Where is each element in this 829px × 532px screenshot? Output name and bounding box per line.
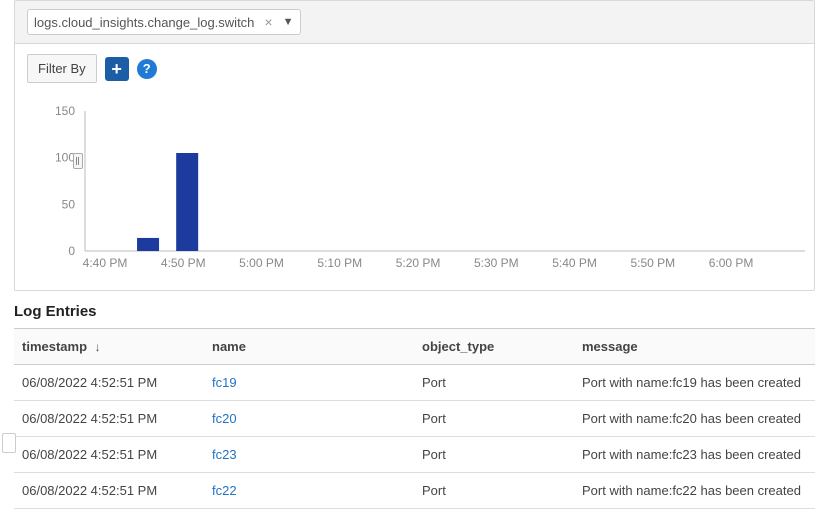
- cell-message: Port with name:fc20 has been created: [574, 401, 815, 437]
- column-header-message[interactable]: message: [574, 329, 815, 365]
- x-tick-label: 5:00 PM: [239, 256, 284, 270]
- add-filter-button[interactable]: +: [105, 57, 129, 81]
- query-text: logs.cloud_insights.change_log.switch: [34, 15, 254, 30]
- x-tick-label: 6:00 PM: [709, 256, 754, 270]
- cell-name: fc22: [204, 473, 414, 509]
- x-tick-label: 5:10 PM: [317, 256, 362, 270]
- sort-descending-icon: ↓: [95, 340, 101, 354]
- chart-area: 0501001504:40 PM4:50 PM5:00 PM5:10 PM5:2…: [15, 93, 814, 290]
- x-tick-label: 5:40 PM: [552, 256, 597, 270]
- filter-row: Filter By + ?: [15, 44, 814, 93]
- table-row: 06/08/2022 4:52:51 PM fc22 PortPort with n…: [14, 473, 815, 509]
- column-label: message: [582, 339, 638, 354]
- table-row: 06/08/2022 4:52:51 PM fc19 PortPort with n…: [14, 365, 815, 401]
- log-entries-table: timestamp ↓ name object_type message 06/…: [14, 328, 815, 509]
- cell-message: Port with name:fc19 has been created: [574, 365, 815, 401]
- cell-message: Port with name:fc22 has been created: [574, 473, 815, 509]
- y-tick-label: 150: [55, 104, 75, 118]
- query-bar: logs.cloud_insights.change_log.switch × …: [15, 1, 814, 44]
- close-icon[interactable]: ×: [262, 14, 274, 30]
- cell-object-type: Port: [414, 365, 574, 401]
- y-tick-label: 50: [62, 197, 76, 211]
- x-tick-label: 4:40 PM: [83, 256, 128, 270]
- column-label: name: [212, 339, 246, 354]
- name-link[interactable]: fc20: [212, 411, 237, 426]
- row-selector-handle[interactable]: [2, 433, 16, 453]
- chart-bar[interactable]: [137, 238, 159, 251]
- name-link[interactable]: fc23: [212, 447, 237, 462]
- help-icon[interactable]: ?: [137, 59, 157, 79]
- column-header-name[interactable]: name: [204, 329, 414, 365]
- x-tick-label: 5:50 PM: [630, 256, 675, 270]
- chart-bar[interactable]: [176, 153, 198, 251]
- plus-icon: +: [111, 60, 122, 78]
- column-header-object-type[interactable]: object_type: [414, 329, 574, 365]
- cell-name: fc19: [204, 365, 414, 401]
- cell-object-type: Port: [414, 401, 574, 437]
- section-title: Log Entries: [14, 303, 815, 320]
- cell-timestamp: 06/08/2022 4:52:51 PM: [14, 401, 204, 437]
- column-label: timestamp: [22, 339, 87, 354]
- table-row: 06/08/2022 4:52:51 PM fc20 PortPort with n…: [14, 401, 815, 437]
- y-tick-label: 0: [68, 244, 75, 258]
- table-row: 06/08/2022 4:52:51 PM fc23 PortPort with n…: [14, 437, 815, 473]
- query-pill[interactable]: logs.cloud_insights.change_log.switch × …: [27, 9, 301, 35]
- column-header-timestamp[interactable]: timestamp ↓: [14, 329, 204, 365]
- cell-timestamp: 06/08/2022 4:52:51 PM: [14, 365, 204, 401]
- bar-chart[interactable]: 0501001504:40 PM4:50 PM5:00 PM5:10 PM5:2…: [25, 101, 815, 276]
- x-tick-label: 4:50 PM: [161, 256, 206, 270]
- name-link[interactable]: fc22: [212, 483, 237, 498]
- cell-timestamp: 06/08/2022 4:52:51 PM: [14, 473, 204, 509]
- cell-name: fc23: [204, 437, 414, 473]
- column-label: object_type: [422, 339, 494, 354]
- chevron-down-icon[interactable]: ▼: [283, 16, 294, 28]
- table-header-row: timestamp ↓ name object_type message: [14, 329, 815, 365]
- cell-object-type: Port: [414, 437, 574, 473]
- cell-name: fc20: [204, 401, 414, 437]
- x-tick-label: 5:30 PM: [474, 256, 519, 270]
- cell-object-type: Port: [414, 473, 574, 509]
- cell-timestamp: 06/08/2022 4:52:51 PM: [14, 437, 204, 473]
- filter-by-button[interactable]: Filter By: [27, 54, 97, 83]
- name-link[interactable]: fc19: [212, 375, 237, 390]
- query-panel: logs.cloud_insights.change_log.switch × …: [14, 0, 815, 291]
- cell-message: Port with name:fc23 has been created: [574, 437, 815, 473]
- x-tick-label: 5:20 PM: [396, 256, 441, 270]
- drag-handle-icon[interactable]: [73, 153, 83, 169]
